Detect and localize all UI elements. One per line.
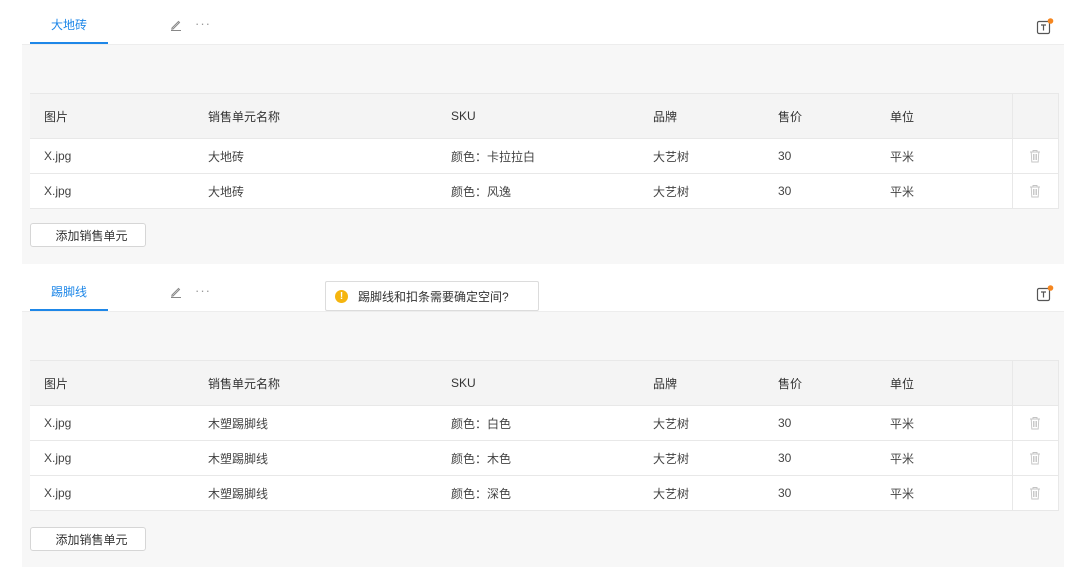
cell-sku: 颜色：木色 bbox=[437, 440, 639, 476]
cell-image: X.jpg bbox=[30, 138, 194, 174]
cell-name: 大地砖 bbox=[194, 173, 437, 209]
sales-unit-card-2: 踢脚线 ··· ! 踢脚线和扣条需要确定空间? 图片 销售单元名称 SKU 品牌 bbox=[22, 275, 1064, 567]
add-sales-unit-button[interactable]: 添加销售单元 bbox=[30, 527, 146, 551]
column-header-brand: 品牌 bbox=[639, 93, 764, 139]
column-header-image: 图片 bbox=[30, 360, 194, 406]
warning-icon: ! bbox=[335, 289, 348, 303]
column-header-name: 销售单元名称 bbox=[194, 93, 437, 139]
table-row: X.jpg 大地砖 颜色：卡拉拉白 大艺树 30 平米 bbox=[30, 138, 1059, 174]
cell-sku: 颜色：白色 bbox=[437, 405, 639, 441]
column-header-name: 销售单元名称 bbox=[194, 360, 437, 406]
table-row: X.jpg 大地砖 颜色：风逸 大艺树 30 平米 bbox=[30, 173, 1059, 209]
column-header-price: 售价 bbox=[764, 360, 876, 406]
pencil-icon[interactable] bbox=[170, 286, 182, 298]
column-header-price: 售价 bbox=[764, 93, 876, 139]
cell-name: 木塑踢脚线 bbox=[194, 440, 437, 476]
sales-unit-table: 图片 销售单元名称 SKU 品牌 售价 单位 X.jpg 木塑踢脚线 颜色：白色… bbox=[30, 360, 1059, 511]
cell-price: 30 bbox=[764, 475, 876, 511]
trash-icon[interactable] bbox=[1029, 416, 1041, 430]
card-header: 踢脚线 ··· ! 踢脚线和扣条需要确定空间? bbox=[22, 275, 1064, 312]
pencil-icon[interactable] bbox=[170, 19, 182, 31]
cell-name: 木塑踢脚线 bbox=[194, 475, 437, 511]
cell-price: 30 bbox=[764, 440, 876, 476]
column-header-unit: 单位 bbox=[876, 93, 1012, 139]
column-header-actions bbox=[1011, 360, 1059, 406]
cell-image: X.jpg bbox=[30, 475, 194, 511]
cell-sku: 颜色：深色 bbox=[437, 475, 639, 511]
trash-icon[interactable] bbox=[1029, 451, 1041, 465]
tab-main-floor-tile[interactable]: 大地砖 bbox=[30, 8, 108, 44]
column-header-sku: SKU bbox=[437, 360, 639, 406]
cell-price: 30 bbox=[764, 173, 876, 209]
cell-actions bbox=[1011, 173, 1059, 209]
sales-unit-table: 图片 销售单元名称 SKU 品牌 售价 单位 X.jpg 大地砖 颜色：卡拉拉白… bbox=[30, 93, 1059, 209]
trash-icon[interactable] bbox=[1029, 149, 1041, 163]
cell-brand: 大艺树 bbox=[639, 440, 764, 476]
trash-icon[interactable] bbox=[1029, 184, 1041, 198]
cell-actions bbox=[1011, 475, 1059, 511]
sales-unit-card-1: 大地砖 ··· 图片 销售单元名称 SKU 品牌 售价 单位 X.jpg 大地砖… bbox=[22, 8, 1064, 264]
cell-unit: 平米 bbox=[876, 138, 1012, 174]
cell-name: 木塑踢脚线 bbox=[194, 405, 437, 441]
cell-brand: 大艺树 bbox=[639, 475, 764, 511]
warning-tooltip: ! 踢脚线和扣条需要确定空间? bbox=[325, 281, 539, 311]
cell-brand: 大艺树 bbox=[639, 173, 764, 209]
cell-sku: 颜色：风逸 bbox=[437, 173, 639, 209]
column-header-sku: SKU bbox=[437, 93, 639, 139]
card-header: 大地砖 ··· bbox=[22, 8, 1064, 45]
cell-unit: 平米 bbox=[876, 173, 1012, 209]
tab-skirting-line[interactable]: 踢脚线 bbox=[30, 275, 108, 311]
cell-actions bbox=[1011, 440, 1059, 476]
cell-name: 大地砖 bbox=[194, 138, 437, 174]
text-box-icon[interactable] bbox=[1036, 18, 1054, 36]
add-sales-unit-button[interactable]: 添加销售单元 bbox=[30, 223, 146, 247]
cell-image: X.jpg bbox=[30, 173, 194, 209]
tooltip-text: 踢脚线和扣条需要确定空间? bbox=[358, 289, 509, 304]
cell-actions bbox=[1011, 405, 1059, 441]
table-row: X.jpg 木塑踢脚线 颜色：白色 大艺树 30 平米 bbox=[30, 405, 1059, 441]
table-row: X.jpg 木塑踢脚线 颜色：深色 大艺树 30 平米 bbox=[30, 475, 1059, 511]
column-header-brand: 品牌 bbox=[639, 360, 764, 406]
cell-price: 30 bbox=[764, 405, 876, 441]
table-header-row: 图片 销售单元名称 SKU 品牌 售价 单位 bbox=[30, 93, 1059, 139]
cell-price: 30 bbox=[764, 138, 876, 174]
table-header-row: 图片 销售单元名称 SKU 品牌 售价 单位 bbox=[30, 360, 1059, 406]
column-header-unit: 单位 bbox=[876, 360, 1012, 406]
table-row: X.jpg 木塑踢脚线 颜色：木色 大艺树 30 平米 bbox=[30, 440, 1059, 476]
trash-icon[interactable] bbox=[1029, 486, 1041, 500]
cell-unit: 平米 bbox=[876, 405, 1012, 441]
cell-image: X.jpg bbox=[30, 405, 194, 441]
cell-unit: 平米 bbox=[876, 475, 1012, 511]
more-dots-icon[interactable]: ··· bbox=[195, 17, 211, 31]
cell-unit: 平米 bbox=[876, 440, 1012, 476]
cell-sku: 颜色：卡拉拉白 bbox=[437, 138, 639, 174]
cell-brand: 大艺树 bbox=[639, 138, 764, 174]
column-header-image: 图片 bbox=[30, 93, 194, 139]
column-header-actions bbox=[1011, 93, 1059, 139]
cell-brand: 大艺树 bbox=[639, 405, 764, 441]
cell-actions bbox=[1011, 138, 1059, 174]
text-box-icon[interactable] bbox=[1036, 285, 1054, 303]
cell-image: X.jpg bbox=[30, 440, 194, 476]
more-dots-icon[interactable]: ··· bbox=[195, 284, 211, 298]
